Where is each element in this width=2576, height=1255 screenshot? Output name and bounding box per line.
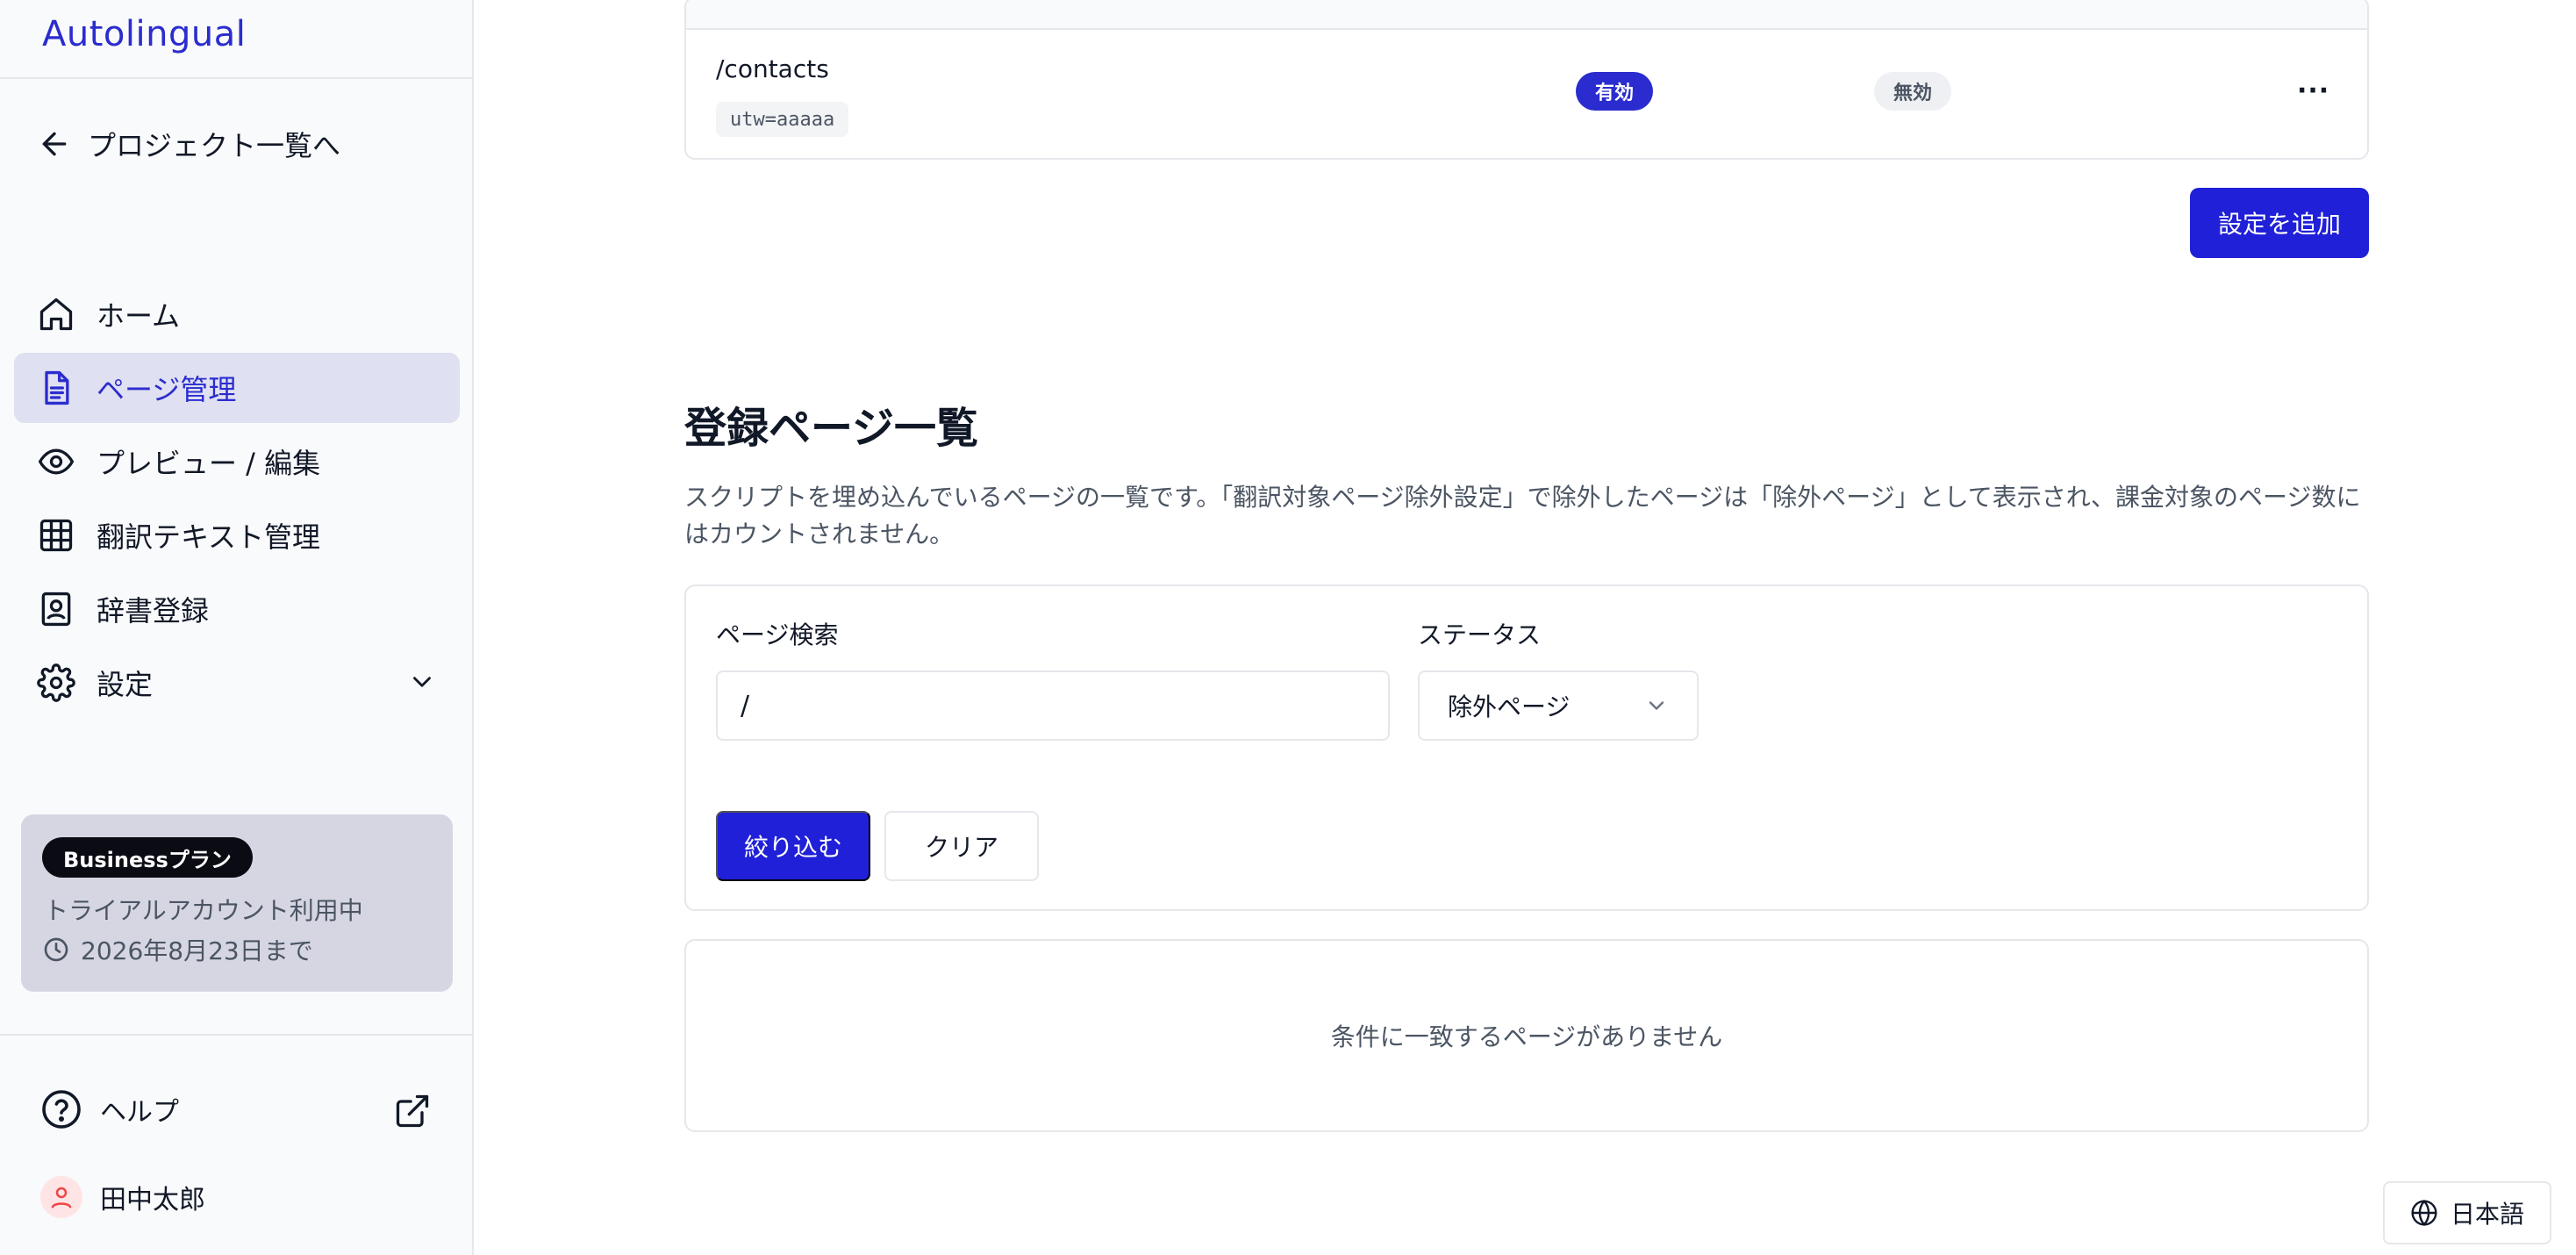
status-select[interactable]: 除外ページ (1418, 671, 1699, 741)
language-switcher[interactable]: 日本語 (2383, 1181, 2551, 1244)
divider (0, 1034, 472, 1036)
clock-icon (42, 936, 70, 964)
gear-icon (37, 663, 75, 702)
table-icon (37, 516, 75, 555)
plan-expiry: 2026年8月23日まで (42, 932, 313, 967)
help-link[interactable]: ヘルプ (40, 1088, 179, 1130)
user-icon (48, 1184, 75, 1210)
back-to-projects-link[interactable]: プロジェクト一覧へ (37, 119, 340, 169)
apply-filter-button[interactable]: 絞り込む (716, 811, 870, 881)
sidebar-item-home[interactable]: ホーム (14, 279, 460, 349)
row-query-param: utw=aaaaa (716, 102, 849, 137)
document-icon (37, 369, 75, 407)
back-link-label: プロジェクト一覧へ (88, 129, 341, 162)
user-name: 田中太郎 (100, 1185, 205, 1216)
page-title: 登録ページ一覧 (684, 404, 979, 453)
filter-panel: ページ検索 ステータス 除外ページ 絞り込む クリア (684, 584, 2369, 911)
plan-card: Businessプラン トライアルアカウント利用中 2026年8月23日まで (21, 814, 453, 992)
arrow-left-icon (37, 126, 72, 161)
results-empty-state: 条件に一致するページがありません (684, 939, 2369, 1132)
status-badge-disabled: 無効 (1874, 72, 1952, 111)
external-link-icon[interactable] (393, 1092, 432, 1134)
plan-expiry-text: 2026年8月23日まで (81, 936, 313, 965)
sidebar: Autolingual プロジェクト一覧へ ホーム ページ管理 プレビュー / … (0, 0, 474, 1255)
sidebar-item-settings[interactable]: 設定 (14, 648, 460, 718)
clear-filter-button[interactable]: クリア (884, 811, 1039, 881)
avatar (40, 1176, 82, 1218)
sidebar-item-dictionary[interactable]: 辞書登録 (14, 574, 460, 644)
plan-status: トライアルアカウント利用中 (44, 896, 363, 925)
user-menu[interactable]: 田中太郎 (40, 1176, 205, 1218)
page-search-input[interactable] (716, 671, 1390, 741)
sidebar-item-label: 翻訳テキスト管理 (97, 520, 321, 554)
add-setting-button[interactable]: 設定を追加 (2190, 188, 2369, 258)
sidebar-nav: ホーム ページ管理 プレビュー / 編集 翻訳テキスト管理 辞書登録 設定 (14, 279, 460, 721)
language-label: 日本語 (2450, 1200, 2524, 1229)
row-more-menu-icon[interactable]: ··· (2297, 75, 2329, 106)
contact-book-icon (37, 590, 75, 628)
globe-icon (2410, 1199, 2438, 1227)
exclusion-settings-table: /contacts utw=aaaaa 有効 無効 ··· (684, 0, 2369, 160)
eye-icon (37, 442, 75, 481)
sidebar-item-label: 設定 (97, 668, 154, 701)
sidebar-item-page-management[interactable]: ページ管理 (14, 353, 460, 423)
sidebar-item-label: 辞書登録 (97, 594, 210, 628)
sidebar-item-label: プレビュー / 編集 (97, 447, 321, 480)
status-label: ステータス (1418, 620, 1542, 649)
sidebar-item-preview-edit[interactable]: プレビュー / 編集 (14, 427, 460, 497)
divider (0, 77, 472, 79)
section-description: スクリプトを埋め込んでいるページの一覧です。「翻訳対象ページ除外設定」で除外した… (684, 483, 2361, 549)
home-icon (37, 295, 75, 333)
help-label: ヘルプ (100, 1097, 179, 1128)
row-path: /contacts (716, 54, 829, 83)
sidebar-item-translation-text[interactable]: 翻訳テキスト管理 (14, 500, 460, 570)
plan-badge: Businessプラン (42, 837, 253, 878)
chevron-down-icon (1644, 693, 1669, 718)
empty-message: 条件に一致するページがありません (1330, 1022, 1723, 1051)
sidebar-item-label: ホーム (97, 299, 181, 333)
chevron-down-icon[interactable] (407, 667, 437, 697)
status-badge-enabled: 有効 (1576, 72, 1654, 111)
status-select-value: 除外ページ (1448, 692, 1571, 721)
sidebar-item-label: ページ管理 (97, 373, 237, 406)
question-circle-icon (40, 1088, 82, 1130)
search-label: ページ検索 (716, 620, 839, 649)
app-logo[interactable]: Autolingual (42, 14, 246, 54)
table-header (686, 0, 2367, 30)
